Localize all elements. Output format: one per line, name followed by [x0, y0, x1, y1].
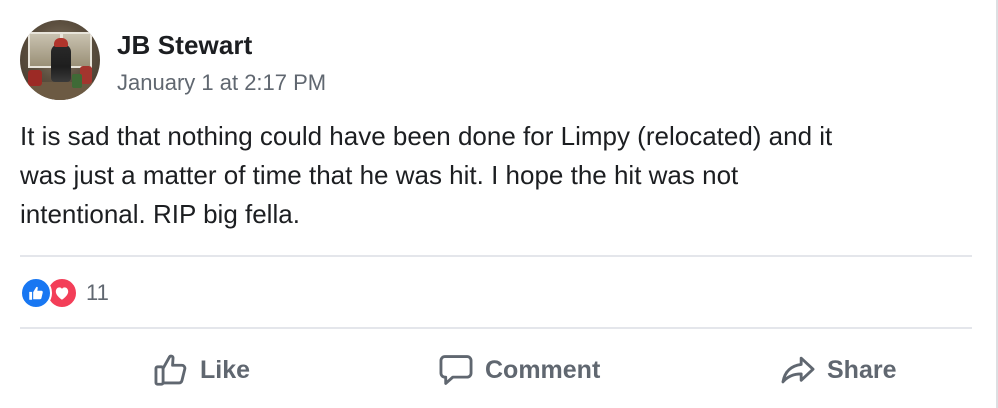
post-card: JB Stewart January 1 at 2:17 PM It is sa…	[0, 0, 998, 408]
post-body-line: intentional. RIP big fella.	[20, 199, 300, 229]
post-timestamp[interactable]: January 1 at 2:17 PM	[117, 70, 326, 96]
like-reaction-icon	[20, 277, 52, 309]
action-bar: Like Comment Share	[0, 335, 998, 408]
comment-label: Comment	[485, 355, 601, 384]
post-body: It is sad that nothing could have been d…	[20, 117, 970, 234]
share-label: Share	[827, 355, 897, 384]
post-header: JB Stewart January 1 at 2:17 PM	[20, 20, 326, 100]
author-name[interactable]: JB Stewart	[117, 30, 326, 60]
share-button[interactable]: Share	[779, 335, 896, 405]
like-button[interactable]: Like	[152, 335, 250, 405]
divider	[20, 327, 972, 329]
reactions-summary[interactable]: 11	[20, 276, 109, 310]
post-body-line: was just a matter of time that he was hi…	[20, 160, 739, 190]
post-body-line: It is sad that nothing could have been d…	[20, 121, 833, 151]
author-info: JB Stewart January 1 at 2:17 PM	[117, 20, 326, 100]
thumbs-up-icon	[152, 351, 190, 389]
comment-button[interactable]: Comment	[437, 335, 600, 405]
share-arrow-icon	[779, 351, 817, 389]
comment-bubble-icon	[437, 351, 475, 389]
divider	[20, 255, 972, 257]
author-avatar[interactable]	[20, 20, 100, 100]
like-label: Like	[200, 355, 251, 384]
reaction-count[interactable]: 11	[86, 280, 109, 306]
